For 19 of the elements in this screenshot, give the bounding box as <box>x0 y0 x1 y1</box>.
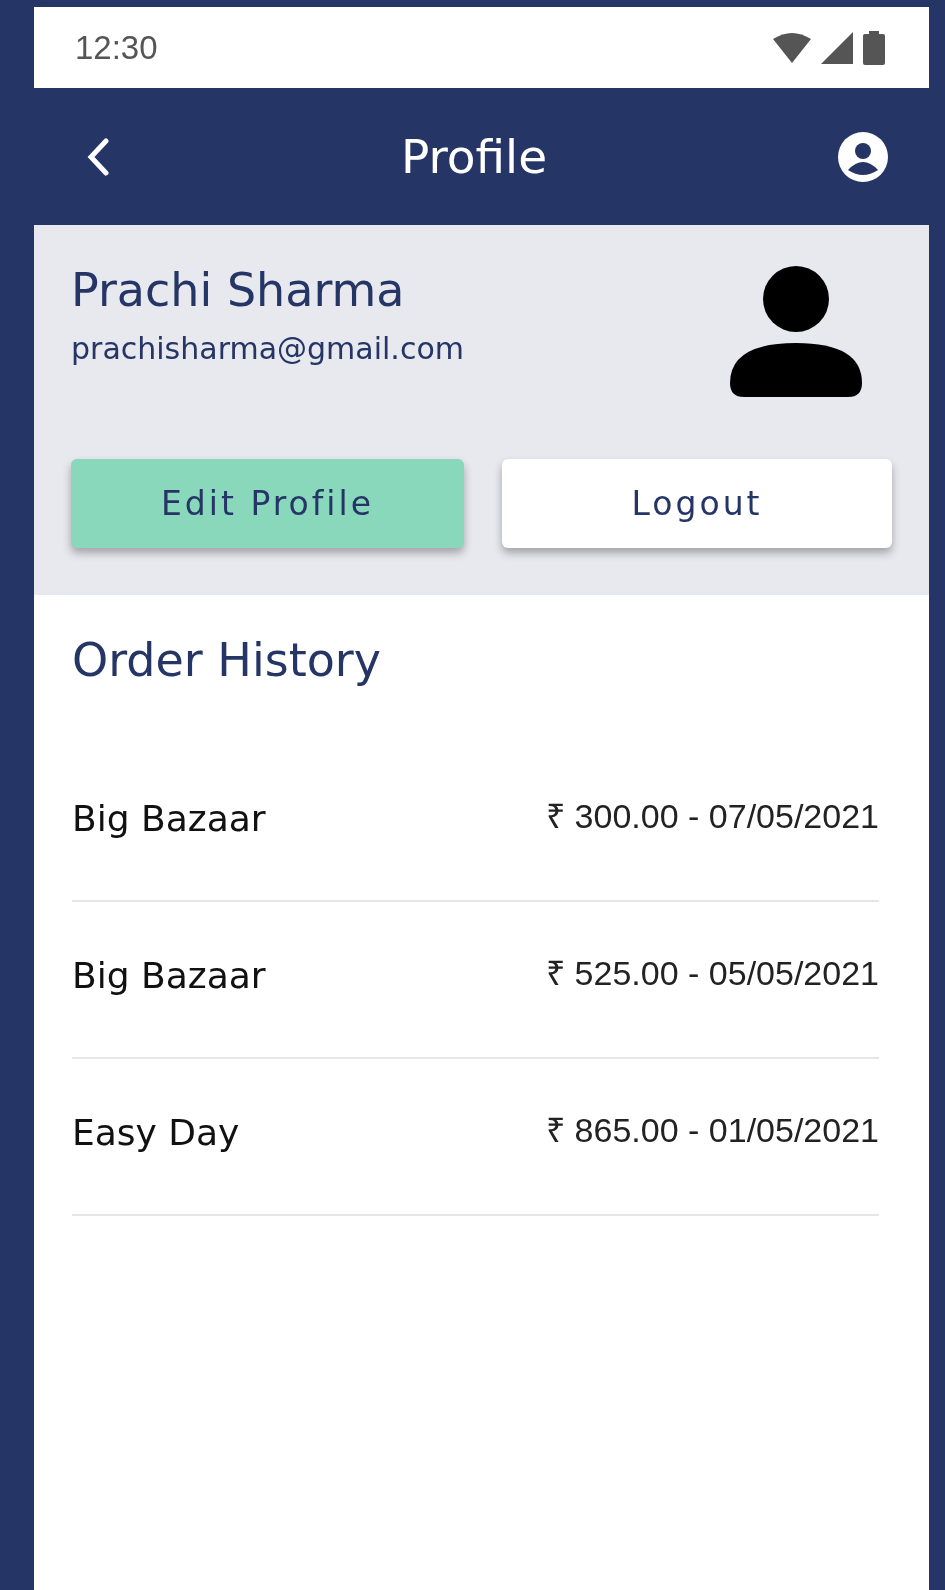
store-name: Easy Day <box>72 1112 240 1153</box>
signal-icon <box>821 31 853 64</box>
status-time: 12:30 <box>75 28 158 67</box>
screen-title: Profile <box>400 129 548 184</box>
wifi-icon <box>773 32 811 63</box>
back-icon[interactable] <box>86 137 110 176</box>
account-icon[interactable] <box>838 131 888 182</box>
logout-button[interactable]: Logout <box>502 459 892 548</box>
order-amount-date: ₹ 865.00 - 01/05/2021 <box>546 1109 879 1151</box>
user-name: Prachi Sharma <box>71 263 406 317</box>
section-title: Order History <box>72 633 382 687</box>
order-amount-date: ₹ 525.00 - 05/05/2021 <box>546 952 879 994</box>
store-name: Big Bazaar <box>72 798 266 839</box>
edit-profile-button[interactable]: Edit Profile <box>71 459 464 548</box>
user-email: prachisharma@gmail.com <box>71 331 464 366</box>
person-icon <box>730 265 862 397</box>
battery-icon <box>863 30 885 65</box>
order-amount-date: ₹ 300.00 - 07/05/2021 <box>546 795 879 837</box>
store-name: Big Bazaar <box>72 955 266 996</box>
